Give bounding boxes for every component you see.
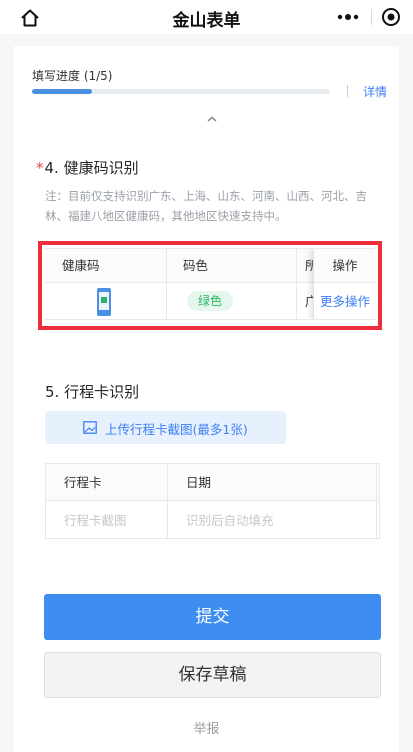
section-4-title: *4. 健康码识别 <box>36 157 139 178</box>
header-date: 日期 <box>168 464 379 501</box>
chevron-up-icon[interactable] <box>205 114 219 124</box>
progress-bar-fill <box>32 89 92 94</box>
image-icon <box>83 421 97 434</box>
section-4-note: 注：目前仅支持识别广东、上海、山东、河南、山西、河北、吉林、福建八地区健康码，其… <box>45 189 367 223</box>
submit-button[interactable]: 提交 <box>44 594 381 640</box>
mini-program-capsule <box>327 4 407 30</box>
upload-trip-card-button[interactable]: 上传行程卡截图(最多1张) <box>45 411 286 444</box>
header-trip-card: 行程卡 <box>46 464 168 501</box>
section-5-title: 5. 行程卡识别 <box>45 383 140 401</box>
trip-card-placeholder[interactable]: 行程卡截图 <box>46 502 168 538</box>
trip-card-table: 行程卡 日期 行程卡截图 识别后自动填充 <box>45 463 380 539</box>
column-divider <box>376 464 377 538</box>
more-icon[interactable] <box>335 8 361 26</box>
progress-divider <box>347 85 348 97</box>
top-bar: 金山表单 <box>0 0 413 34</box>
date-placeholder: 识别后自动填充 <box>186 513 274 528</box>
progress-label: 填写进度 (1/5) <box>32 69 113 83</box>
highlight-box <box>38 241 382 330</box>
required-mark: * <box>36 159 44 177</box>
report-link[interactable]: 举报 <box>0 718 413 737</box>
save-draft-button[interactable]: 保存草稿 <box>44 652 381 698</box>
column-divider <box>167 464 168 538</box>
details-link[interactable]: 详情 <box>363 83 387 100</box>
capsule-divider <box>371 9 372 25</box>
progress-bar <box>32 89 330 94</box>
close-target-icon[interactable] <box>381 7 401 27</box>
upload-button-label: 上传行程卡截图(最多1张) <box>105 422 248 437</box>
section-4-title-text: 4. 健康码识别 <box>44 159 139 177</box>
